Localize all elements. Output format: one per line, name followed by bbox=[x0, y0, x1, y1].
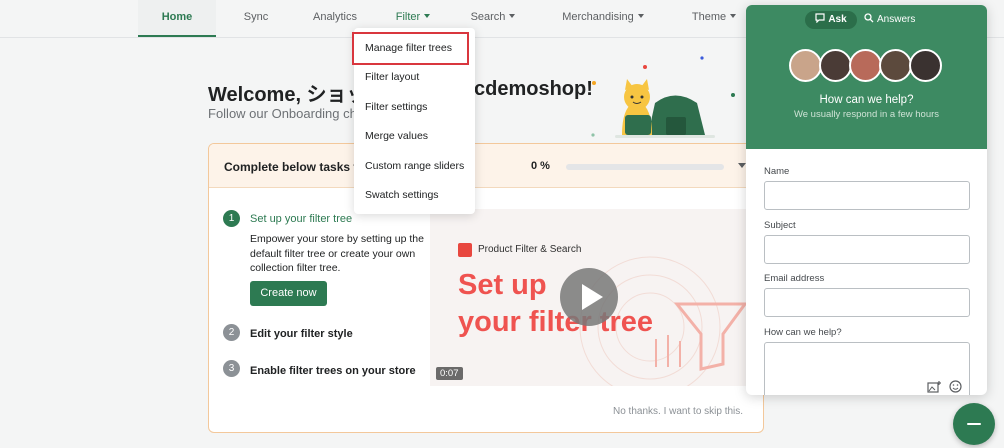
avatar bbox=[849, 49, 882, 82]
video-brand: Product Filter & Search bbox=[478, 244, 582, 255]
nav-tab-home[interactable]: Home bbox=[138, 0, 216, 37]
step-number: 2 bbox=[223, 324, 240, 341]
nav-tab-label: Analytics bbox=[312, 11, 358, 23]
welcome-subtitle: Follow our Onboarding ch bbox=[208, 106, 357, 121]
progress-bar bbox=[566, 164, 724, 170]
chevron-down-icon bbox=[637, 14, 644, 18]
help-widget-subheading: We usually respond in a few hours bbox=[793, 109, 940, 120]
help-widget-header: Ask Answers How can we help? We usually … bbox=[746, 5, 987, 149]
cat-illustration bbox=[591, 56, 735, 138]
email-field[interactable] bbox=[764, 288, 970, 317]
step-number: 1 bbox=[223, 210, 240, 227]
video-headline: Set up your filter tree bbox=[458, 267, 653, 341]
play-button[interactable] bbox=[560, 268, 618, 326]
subject-field[interactable] bbox=[764, 235, 970, 264]
tab-label: Answers bbox=[877, 14, 916, 25]
nav-tab-label: Home bbox=[161, 11, 193, 23]
create-now-button[interactable]: Create now bbox=[250, 281, 327, 306]
help-launcher-button[interactable] bbox=[953, 403, 995, 445]
card-header[interactable]: Complete below tasks to 0 % bbox=[209, 144, 763, 188]
welcome-title: Welcome, ショッ bbox=[208, 84, 367, 106]
help-widget: Ask Answers How can we help? We usually … bbox=[746, 5, 987, 395]
video-headline-line: Set up bbox=[458, 269, 547, 301]
highlight-box bbox=[352, 32, 469, 65]
avatar bbox=[909, 49, 942, 82]
tab-label: Ask bbox=[828, 14, 847, 25]
search-icon bbox=[864, 13, 874, 23]
message-field[interactable] bbox=[764, 342, 970, 395]
video-duration: 0:07 bbox=[436, 367, 463, 380]
step-description: Empower your store by setting up the def… bbox=[250, 233, 424, 274]
video-headline-line: your filter tree bbox=[458, 306, 653, 338]
step-title[interactable]: Edit your filter style bbox=[250, 328, 353, 340]
nav-tab-label: Filter bbox=[395, 11, 421, 23]
emoji-icon[interactable] bbox=[949, 380, 962, 393]
chevron-down-icon[interactable] bbox=[738, 163, 746, 168]
progress-percent: 0 % bbox=[531, 160, 550, 172]
step-number: 3 bbox=[223, 360, 240, 377]
avatar bbox=[879, 49, 912, 82]
chat-bubble-icon bbox=[815, 13, 825, 24]
tab-ask[interactable]: Ask bbox=[805, 11, 857, 29]
tab-answers[interactable]: Answers bbox=[864, 11, 924, 29]
nav-tab-label: Sync bbox=[243, 11, 269, 23]
welcome-title-shop: cdemoshop! bbox=[474, 78, 593, 100]
chevron-down-icon bbox=[424, 14, 431, 18]
chevron-down-icon bbox=[509, 14, 516, 18]
menu-item-filter-layout[interactable]: Filter layout bbox=[354, 63, 475, 91]
tutorial-video[interactable]: Product Filter & Search Set up your filt… bbox=[430, 209, 763, 386]
step-title[interactable]: Enable filter trees on your store bbox=[250, 365, 416, 377]
name-field[interactable] bbox=[764, 181, 970, 210]
email-label: Email address bbox=[764, 273, 825, 284]
onboarding-card: Complete below tasks to 0 % 1 Set up you… bbox=[208, 143, 764, 433]
nav-tab-label: Search bbox=[470, 11, 506, 23]
play-icon bbox=[582, 284, 603, 310]
minimize-icon bbox=[967, 423, 981, 425]
skip-link[interactable]: No thanks. I want to skip this. bbox=[613, 406, 743, 417]
nav-tab-merchandising[interactable]: Merchandising bbox=[557, 0, 649, 37]
nav-tab-label: Merchandising bbox=[562, 11, 634, 23]
help-widget-heading: How can we help? bbox=[819, 94, 914, 106]
nav-tab-theme[interactable]: Theme bbox=[686, 0, 742, 37]
name-label: Name bbox=[764, 166, 790, 177]
menu-item-swatch-settings[interactable]: Swatch settings bbox=[354, 181, 475, 209]
subject-label: Subject bbox=[764, 220, 796, 231]
chevron-down-icon bbox=[730, 14, 737, 18]
step-title[interactable]: Set up your filter tree bbox=[250, 213, 352, 225]
card-header-title: Complete below tasks to bbox=[224, 160, 365, 174]
image-upload-icon[interactable] bbox=[927, 381, 941, 393]
brand-logo-icon bbox=[458, 243, 472, 257]
menu-item-filter-settings[interactable]: Filter settings bbox=[354, 93, 475, 121]
nav-tab-sync[interactable]: Sync bbox=[230, 0, 282, 37]
message-label: How can we help? bbox=[764, 327, 842, 338]
nav-tab-label: Theme bbox=[691, 11, 727, 23]
avatar bbox=[819, 49, 852, 82]
menu-item-custom-range-sliders[interactable]: Custom range sliders bbox=[354, 152, 475, 180]
avatar bbox=[789, 49, 822, 82]
menu-item-merge-values[interactable]: Merge values bbox=[354, 122, 475, 150]
